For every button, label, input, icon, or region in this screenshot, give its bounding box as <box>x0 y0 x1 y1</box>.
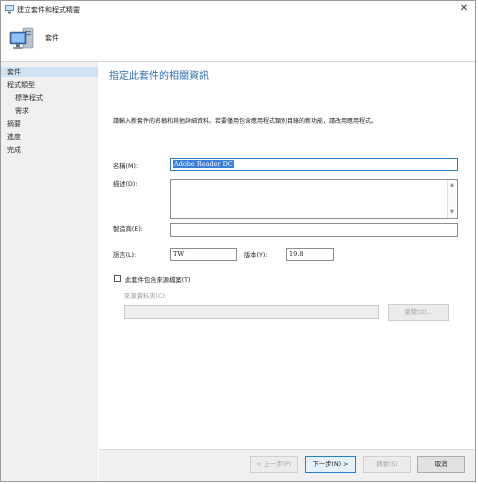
source-folder-input[interactable] <box>124 305 379 319</box>
wizard-footer: < 上一步(P) 下一步(N) > 摘要(S) 取消 <box>99 449 475 481</box>
previous-button[interactable]: < 上一步(P) <box>250 456 298 473</box>
page-title: 指定此套件的相關資訊 <box>109 71 209 82</box>
version-label: 版本(Y): <box>244 252 268 259</box>
nav-item-program-type[interactable]: 程式類型 <box>7 80 35 90</box>
version-input-value: 19.8 <box>289 250 304 258</box>
scroll-up-icon: ▲ <box>450 182 454 188</box>
manufacturer-input[interactable] <box>170 223 458 237</box>
page-description: 請輸入新套件的名稱和其他詳細資料。若要僅用包含應用程式類別目錄的新功能，請改用應… <box>113 118 378 125</box>
scroll-down-icon: ▼ <box>450 209 454 215</box>
browse-button[interactable]: 瀏覽(O)... <box>388 304 449 321</box>
textarea-scrollbar[interactable]: ▲ ▼ <box>447 180 457 218</box>
wizard-header: 套件 <box>1 19 475 62</box>
wizard-window: 建立套件和程式精靈 ✕ 套件 套件 程式類型 標準程式 需求 摘要 進度 完成 … <box>0 0 476 482</box>
app-icon <box>5 5 14 14</box>
window-title: 建立套件和程式精靈 <box>17 6 80 14</box>
close-icon: ✕ <box>459 3 469 14</box>
main-panel: 指定此套件的相關資訊 請輸入新套件的名稱和其他詳細資料。若要僅用包含應用程式類別… <box>99 62 475 481</box>
cancel-button[interactable]: 取消 <box>417 456 465 473</box>
next-button[interactable]: 下一步(N) > <box>305 456 356 473</box>
name-input-value: Adobe Reader DC <box>173 160 234 168</box>
nav-item-progress[interactable]: 進度 <box>7 132 21 142</box>
summary-button[interactable]: 摘要(S) <box>363 456 411 473</box>
wizard-nav: 套件 程式類型 標準程式 需求 摘要 進度 完成 <box>1 62 98 481</box>
source-folder-label: 來源資料夾(C): <box>124 293 167 300</box>
language-input-value: TW <box>173 250 185 258</box>
nav-item-standard-program[interactable]: 標準程式 <box>15 93 43 103</box>
header-title: 套件 <box>45 34 59 42</box>
source-files-checkbox-label[interactable]: 此套件包含來源檔案(T) <box>125 275 190 284</box>
name-label: 名稱(M): <box>113 163 139 170</box>
nav-item-package[interactable]: 套件 <box>1 67 98 77</box>
title-bar: 建立套件和程式精靈 ✕ <box>1 1 475 19</box>
language-label: 語言(L): <box>113 252 137 259</box>
version-input[interactable]: 19.8 <box>286 248 334 261</box>
nav-item-summary[interactable]: 摘要 <box>7 119 21 129</box>
nav-item-completion[interactable]: 完成 <box>7 145 21 155</box>
description-textarea[interactable]: ▲ ▼ <box>170 179 458 219</box>
name-input[interactable]: Adobe Reader DC <box>170 158 458 171</box>
nav-item-requirements[interactable]: 需求 <box>15 106 29 116</box>
language-input[interactable]: TW <box>170 248 237 261</box>
source-files-checkbox[interactable] <box>114 275 121 282</box>
computer-package-icon <box>9 27 34 49</box>
close-button[interactable]: ✕ <box>458 3 470 15</box>
manufacturer-label: 製造商(E): <box>113 226 143 233</box>
description-label: 描述(D): <box>113 181 138 188</box>
